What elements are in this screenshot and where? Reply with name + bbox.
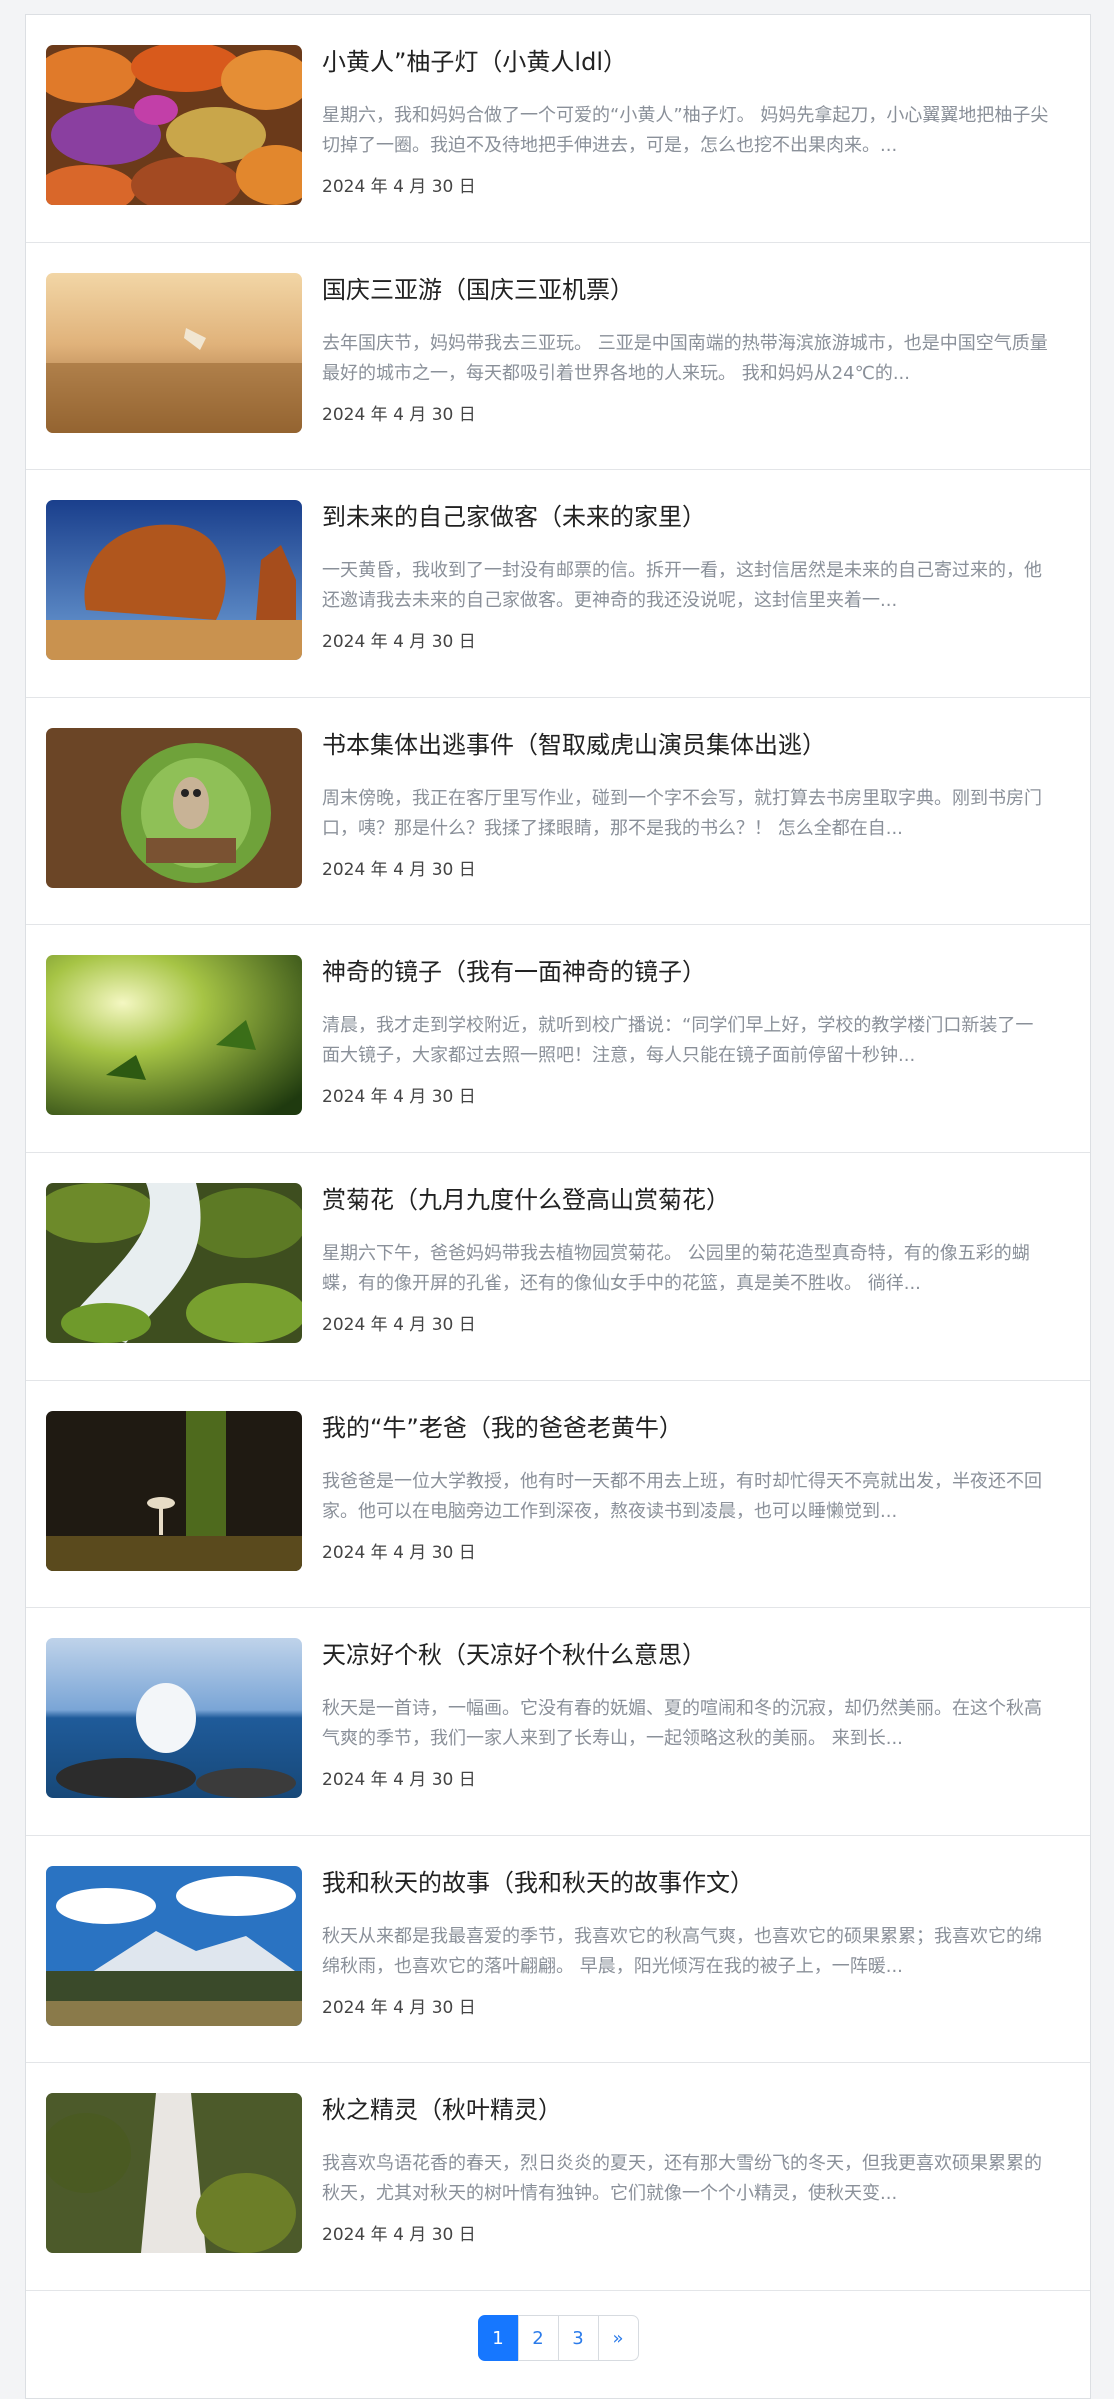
list-item[interactable]: 赏菊花（九月九度什么登高山赏菊花） 星期六下午，爸爸妈妈带我去植物园赏菊花。 公… — [26, 1153, 1090, 1381]
article-title[interactable]: 我和秋天的故事（我和秋天的故事作文） — [322, 1866, 1060, 1900]
article-excerpt: 清晨，我才走到学校附近，就听到校广播说：“同学们早上好，学校的教学楼门口新装了一… — [322, 1015, 1034, 1067]
pagination: 1 2 3 » — [26, 2315, 1090, 2365]
article-list: 小黄人”柚子灯（小黄人ldl） 星期六，我和妈妈合做了一个可爱的“小黄人”柚子灯… — [26, 15, 1090, 2291]
article-title[interactable]: 书本集体出逃事件（智取威虎山演员集体出逃） — [322, 728, 1060, 762]
article-thumbnail[interactable] — [46, 727, 302, 888]
article-date: 2024 年 4 月 30 日 — [322, 1314, 476, 1335]
article-title[interactable]: 神奇的镜子（我有一面神奇的镜子） — [322, 955, 1060, 989]
article-thumbnail[interactable] — [46, 500, 302, 661]
list-item[interactable]: 天凉好个秋（天凉好个秋什么意思） 秋天是一首诗，一幅画。它没有春的妩媚、夏的喧闹… — [26, 1608, 1090, 1836]
article-date: 2024 年 4 月 30 日 — [322, 1997, 476, 2018]
article-date: 2024 年 4 月 30 日 — [322, 1770, 476, 1791]
article-list-panel: 小黄人”柚子灯（小黄人ldl） 星期六，我和妈妈合做了一个可爱的“小黄人”柚子灯… — [25, 14, 1091, 2399]
article-excerpt: 去年国庆节，妈妈带我去三亚玩。 三亚是中国南端的热带海滨旅游城市，也是中国空气质… — [322, 332, 1048, 384]
article-excerpt: 一天黄昏，我收到了一封没有邮票的信。拆开一看，这封信居然是未来的自己寄过来的，他… — [322, 560, 1042, 612]
article-excerpt: 秋天是一首诗，一幅画。它没有春的妩媚、夏的喧闹和冬的沉寂，却仍然美丽。在这个秋高… — [322, 1698, 1042, 1750]
list-item[interactable]: 神奇的镜子（我有一面神奇的镜子） 清晨，我才走到学校附近，就听到校广播说：“同学… — [26, 925, 1090, 1153]
article-thumbnail[interactable] — [46, 955, 302, 1116]
article-title[interactable]: 小黄人”柚子灯（小黄人ldl） — [322, 45, 1060, 79]
article-thumbnail[interactable] — [46, 45, 302, 205]
article-excerpt: 我喜欢鸟语花香的春天，烈日炎炎的夏天，还有那大雪纷飞的冬天，但我更喜欢硕果累累的… — [322, 2153, 1042, 2205]
article-date: 2024 年 4 月 30 日 — [322, 859, 476, 880]
article-title[interactable]: 天凉好个秋（天凉好个秋什么意思） — [322, 1638, 1060, 1672]
article-title[interactable]: 到未来的自己家做客（未来的家里） — [322, 500, 1060, 534]
article-date: 2024 年 4 月 30 日 — [322, 1542, 476, 1563]
article-excerpt: 周末傍晚，我正在客厅里写作业，碰到一个字不会写，就打算去书房里取字典。刚到书房门… — [322, 787, 1042, 839]
article-thumbnail[interactable] — [46, 2093, 302, 2254]
article-title[interactable]: 我的“牛”老爸（我的爸爸老黄牛） — [322, 1411, 1060, 1445]
article-date: 2024 年 4 月 30 日 — [322, 2225, 476, 2246]
article-date: 2024 年 4 月 30 日 — [322, 177, 476, 197]
list-item[interactable]: 小黄人”柚子灯（小黄人ldl） 星期六，我和妈妈合做了一个可爱的“小黄人”柚子灯… — [26, 15, 1090, 243]
list-item[interactable]: 到未来的自己家做客（未来的家里） 一天黄昏，我收到了一封没有邮票的信。拆开一看，… — [26, 470, 1090, 698]
article-excerpt: 秋天从来都是我最喜爱的季节，我喜欢它的秋高气爽，也喜欢它的硕果累累；我喜欢它的绵… — [322, 1925, 1042, 1977]
page-1-button[interactable]: 1 — [477, 2315, 519, 2361]
list-item[interactable]: 书本集体出逃事件（智取威虎山演员集体出逃） 周末傍晚，我正在客厅里写作业，碰到一… — [26, 698, 1090, 926]
page-2-button[interactable]: 2 — [517, 2315, 559, 2361]
list-item[interactable]: 我的“牛”老爸（我的爸爸老黄牛） 我爸爸是一位大学教授，他有时一天都不用去上班，… — [26, 1381, 1090, 1609]
article-excerpt: 星期六，我和妈妈合做了一个可爱的“小黄人”柚子灯。 妈妈先拿起刀，小心翼翼地把柚… — [322, 105, 1049, 156]
list-item[interactable]: 国庆三亚游（国庆三亚机票） 去年国庆节，妈妈带我去三亚玩。 三亚是中国南端的热带… — [26, 243, 1090, 471]
article-title[interactable]: 国庆三亚游（国庆三亚机票） — [322, 273, 1060, 307]
article-date: 2024 年 4 月 30 日 — [322, 404, 476, 425]
article-thumbnail[interactable] — [46, 1182, 302, 1343]
article-title[interactable]: 赏菊花（九月九度什么登高山赏菊花） — [322, 1183, 1060, 1217]
article-thumbnail[interactable] — [46, 1410, 302, 1571]
list-item[interactable]: 秋之精灵（秋叶精灵） 我喜欢鸟语花香的春天，烈日炎炎的夏天，还有那大雪纷飞的冬天… — [26, 2063, 1090, 2291]
article-excerpt: 我爸爸是一位大学教授，他有时一天都不用去上班，有时却忙得天不亮就出发，半夜还不回… — [322, 1470, 1042, 1522]
article-date: 2024 年 4 月 30 日 — [322, 632, 476, 653]
article-title[interactable]: 秋之精灵（秋叶精灵） — [322, 2093, 1060, 2127]
next-page-button[interactable]: » — [597, 2315, 639, 2361]
list-item[interactable]: 我和秋天的故事（我和秋天的故事作文） 秋天从来都是我最喜爱的季节，我喜欢它的秋高… — [26, 1836, 1090, 2064]
article-date: 2024 年 4 月 30 日 — [322, 1087, 476, 1108]
article-thumbnail[interactable] — [46, 1638, 302, 1799]
article-excerpt: 星期六下午，爸爸妈妈带我去植物园赏菊花。 公园里的菊花造型真奇特，有的像五彩的蝴… — [322, 1242, 1030, 1294]
article-thumbnail[interactable] — [46, 1865, 302, 2026]
page-3-button[interactable]: 3 — [557, 2315, 599, 2361]
article-thumbnail[interactable] — [46, 272, 302, 433]
